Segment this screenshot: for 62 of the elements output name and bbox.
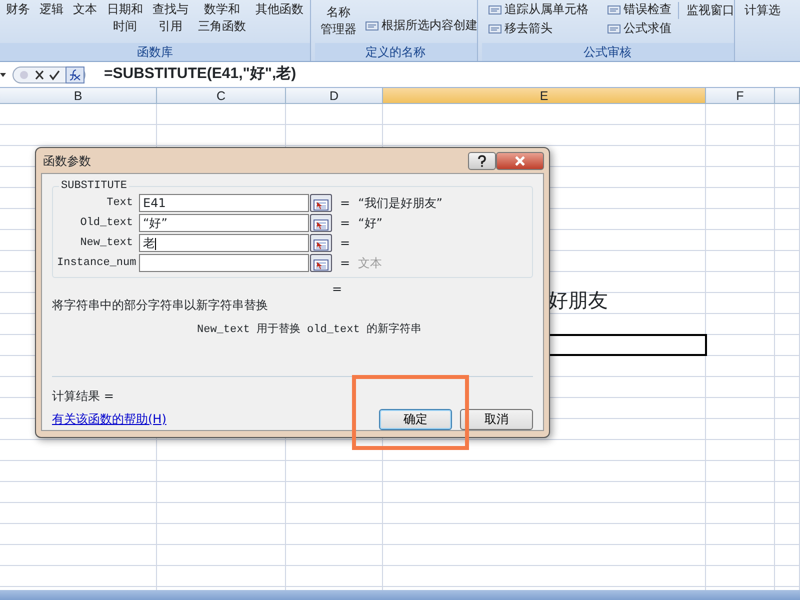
ribbon-button[interactable]: 错误检查 <box>604 0 674 19</box>
range-picker-icon <box>313 258 329 271</box>
range-picker-button[interactable] <box>310 214 332 232</box>
cell-text: 好朋友 <box>548 287 608 314</box>
group-label: 函数库 <box>0 43 310 61</box>
ribbon-button[interactable]: 根据所选内容创建 <box>362 16 477 35</box>
equals-sign: = <box>340 215 350 232</box>
argument-label: Text <box>106 196 134 211</box>
range-picker-icon <box>313 218 329 231</box>
argument-result: “好” <box>358 215 382 232</box>
ribbon-button[interactable]: 查找与 引用 <box>150 1 190 35</box>
argument-label: New_text <box>79 236 134 251</box>
ribbon-button[interactable]: 移去箭头 <box>486 19 591 38</box>
range-picker-button[interactable] <box>310 234 332 252</box>
ribbon-button[interactable]: 日期和 时间 <box>104 1 145 35</box>
argument-field[interactable] <box>139 254 309 272</box>
range-picker-icon <box>313 238 329 251</box>
argument-description: New_text 用于替换 old_text 的新字符串 <box>197 322 422 338</box>
ribbon-button[interactable]: 名称 管理器 <box>318 4 359 38</box>
column-header[interactable]: E <box>383 88 706 103</box>
ribbon-button[interactable]: 数学和 三角函数 <box>196 1 248 35</box>
range-picker-button[interactable] <box>310 194 332 212</box>
argument-label: Instance_num <box>57 256 138 271</box>
dropdown-icon[interactable] <box>0 72 6 78</box>
formula-text[interactable]: =SUBSTITUTE(E41,"好",老) <box>104 63 296 86</box>
argument-result: 文本 <box>358 255 382 272</box>
help-button[interactable] <box>468 152 496 170</box>
ribbon-button[interactable]: 财务 <box>4 1 32 18</box>
help-icon <box>477 154 487 167</box>
argument-result: “我们是好朋友” <box>358 195 442 212</box>
ribbon-button[interactable]: 公式求值 <box>604 19 674 38</box>
argument-field[interactable]: “好” <box>139 214 309 232</box>
range-picker-button[interactable] <box>310 254 332 272</box>
dialog-button[interactable]: 取消 <box>460 408 533 430</box>
ribbon-button[interactable]: 监视窗口 <box>678 2 734 19</box>
result-label: 计算结果 = <box>52 388 114 404</box>
close-button[interactable] <box>496 152 544 170</box>
group-label: 公式审核 <box>482 43 734 61</box>
function-description: 将字符串中的部分字符串以新字符串替换 <box>52 297 268 314</box>
ribbon-button[interactable]: 其他函数 <box>254 1 306 18</box>
table-icon <box>364 18 379 32</box>
column-header[interactable]: C <box>157 88 286 103</box>
equals-sign: = <box>340 255 350 272</box>
range-picker-icon <box>313 198 329 211</box>
close-icon <box>514 156 526 166</box>
dialog-title: 函数参数 <box>43 152 91 170</box>
equals-sign: = <box>340 235 350 252</box>
help-link[interactable]: 有关该函数的帮助(H) <box>52 410 166 428</box>
column-header[interactable]: B <box>0 88 157 103</box>
dialog-button[interactable]: 确定 <box>379 408 452 430</box>
group-label: 定义的名称 <box>314 43 477 61</box>
formula-controls-drawing[interactable] <box>12 64 86 84</box>
argument-field[interactable]: E41 <box>139 194 309 212</box>
ribbon-button[interactable]: 追踪从属单元格 <box>486 0 591 19</box>
ribbon-button[interactable]: 计算选 <box>742 2 783 19</box>
ribbon-button[interactable]: 文本 <box>71 1 100 18</box>
ribbon-button[interactable]: 逻辑 <box>38 1 66 18</box>
equals-sign: = <box>340 195 350 212</box>
argument-label: Old_text <box>79 216 134 231</box>
argument-field[interactable]: 老 <box>139 234 309 252</box>
equals-sign: = <box>332 282 342 296</box>
column-header[interactable]: F <box>706 88 775 103</box>
